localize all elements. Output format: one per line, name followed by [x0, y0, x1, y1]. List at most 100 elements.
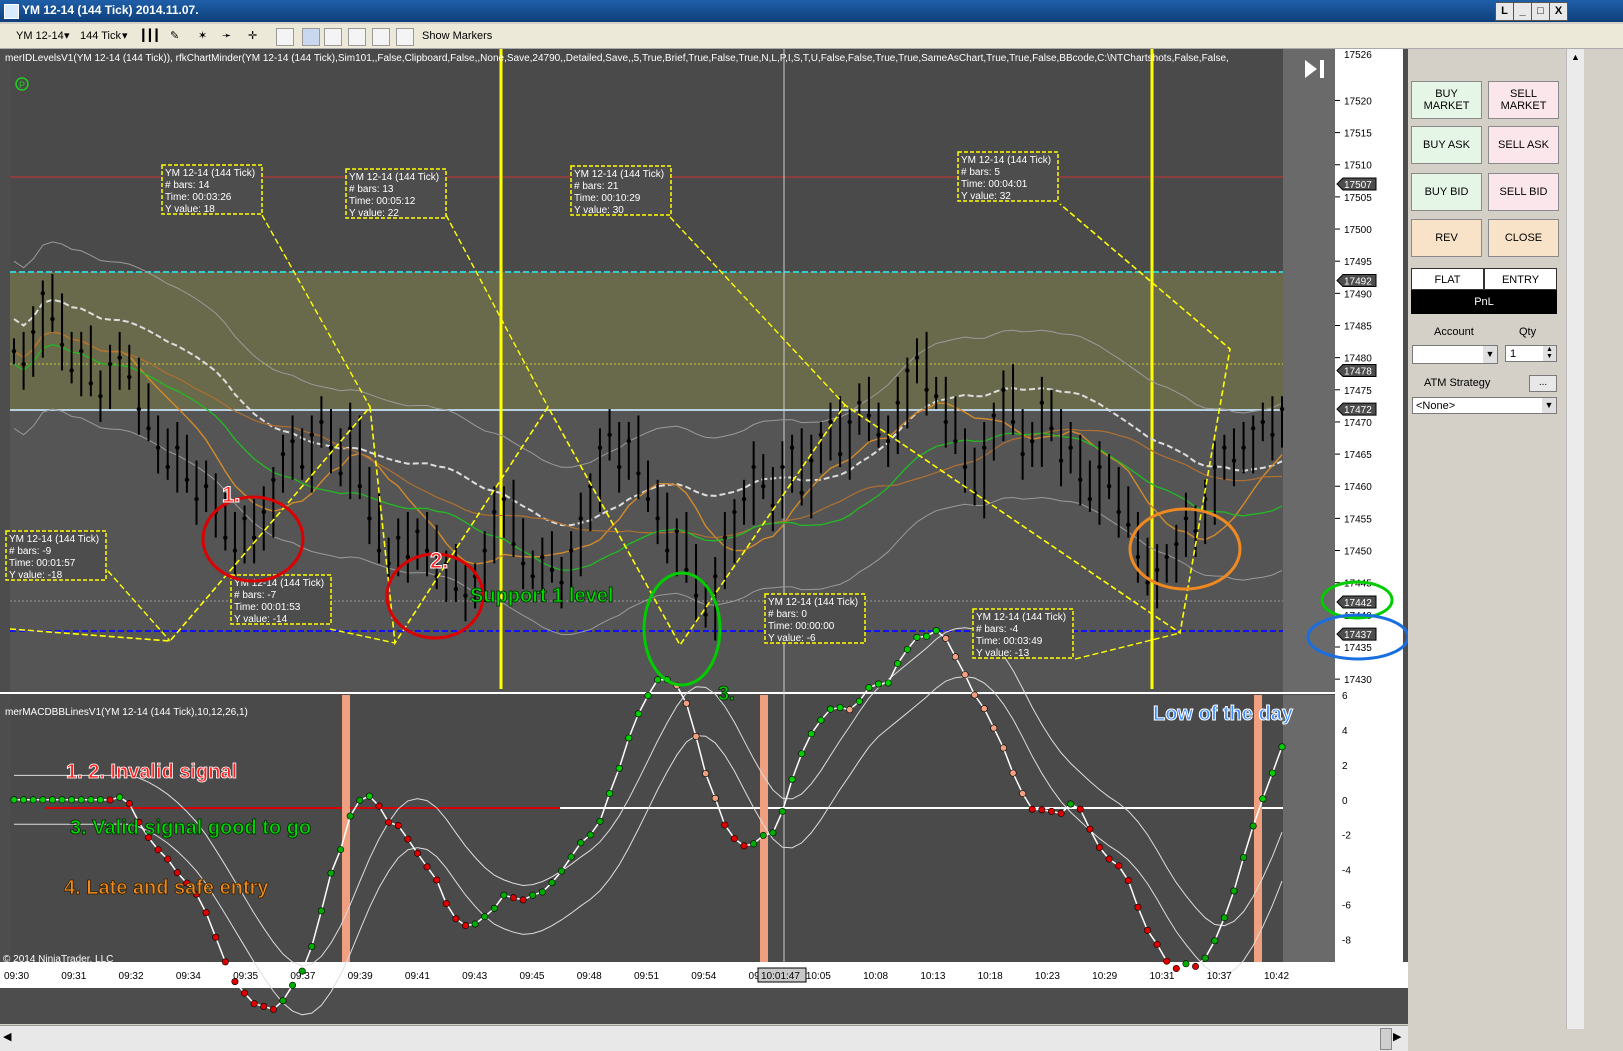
macd-dot	[932, 627, 940, 635]
dropdown-arrow-icon[interactable]: ▾	[64, 28, 70, 44]
candle-close-dot	[982, 445, 987, 450]
annotation-1: 1.	[222, 482, 240, 507]
candle-close-dot	[1049, 426, 1054, 431]
time-tick-label: 10:08	[863, 971, 888, 982]
buy-bid-button[interactable]: BUY BID	[1411, 173, 1482, 211]
pencil-draw-icon[interactable]: ✎	[170, 28, 179, 44]
info-box-time: Time: 00:10:29	[574, 193, 641, 204]
macd-dot	[413, 849, 421, 857]
price-tick-label: 17460	[1344, 482, 1372, 493]
close-position-button[interactable]: CLOSE	[1488, 219, 1559, 257]
macd-tick-label: -8	[1342, 936, 1351, 947]
candle-close-dot	[501, 496, 507, 502]
dropdown-arrow-icon[interactable]: ▼	[1542, 398, 1556, 413]
scroll-up-icon[interactable]: ▲	[1571, 52, 1580, 62]
macd-dot	[980, 705, 988, 713]
scroll-thumb[interactable]	[1380, 1028, 1392, 1050]
macd-dot	[1134, 903, 1142, 911]
strategies-icon[interactable]	[324, 28, 342, 46]
buy-ask-button[interactable]: BUY ASK	[1411, 126, 1482, 164]
properties-icon[interactable]	[396, 28, 414, 46]
app-icon	[4, 4, 19, 19]
horizontal-scrollbar[interactable]: ◀ ▶	[0, 1025, 1408, 1051]
measure-info-box: YM 12-14 (144 Tick)# bars: -7Time: 00:01…	[230, 574, 332, 625]
scroll-right-icon[interactable]: ▶	[1393, 1030, 1401, 1043]
candle-close-dot	[251, 535, 257, 540]
time-tick-label: 09:31	[61, 971, 86, 982]
info-box-yval: Y value: -13	[976, 648, 1030, 659]
candle-close-dot	[194, 496, 199, 502]
macd-dot	[971, 691, 979, 699]
stepper-arrows-icon[interactable]: ▲ ▼	[1543, 346, 1556, 361]
chart-canvas[interactable]: 17520 17515 17510 17505 17500 17495 17490 17485…	[0, 49, 1408, 1025]
dropdown-arrow-icon[interactable]: ▾	[122, 28, 128, 44]
link-button[interactable]: L	[1495, 2, 1514, 21]
data-box-icon[interactable]	[372, 28, 390, 46]
strategy-icon[interactable]: ✶	[198, 28, 207, 44]
price-tick-label: 17500	[1344, 225, 1372, 236]
candle-close-dot	[338, 471, 343, 476]
pointer-icon[interactable]: ➛	[222, 28, 231, 44]
macd-highlight-bar	[760, 695, 768, 962]
macd-dot	[903, 645, 911, 653]
candle-close-dot	[280, 451, 286, 457]
dropdown-arrow-icon[interactable]: ▼	[1483, 346, 1497, 363]
crosshair-icon[interactable]: ✛	[248, 28, 257, 44]
buy-market-button[interactable]: BUY MARKET	[1411, 81, 1482, 119]
macd-dot	[317, 907, 325, 915]
candle-close-dot	[69, 368, 74, 373]
price-marker-label: 17442	[1344, 598, 1372, 609]
macd-dot	[1220, 914, 1228, 922]
support-label: Support 1 level	[470, 585, 613, 607]
time-tick-label: 09:51	[634, 971, 659, 982]
candle-close-dot	[655, 516, 660, 521]
interval-selector[interactable]: 144 Tick	[80, 28, 121, 44]
indicators-icon[interactable]	[302, 28, 320, 46]
macd-dot	[202, 909, 210, 917]
instrument-selector[interactable]: YM 12-14	[16, 28, 64, 44]
info-box-yval: Y value: 18	[165, 204, 215, 215]
entry-status: ENTRY	[1484, 268, 1557, 290]
macd-dot	[692, 732, 700, 740]
minimize-button[interactable]: _	[1513, 2, 1532, 21]
macd-dot	[423, 863, 431, 871]
atm-options-button[interactable]: ...	[1529, 375, 1557, 392]
close-window-button[interactable]: X	[1549, 2, 1568, 21]
candle-close-dot	[597, 445, 603, 450]
bar-type-icon[interactable]: ┃┃┃	[140, 28, 160, 44]
maximize-button[interactable]: □	[1531, 2, 1550, 21]
info-box-time: Time: 00:01:57	[9, 558, 76, 569]
show-markers-button[interactable]: Show Markers	[422, 28, 492, 44]
vertical-scrollbar[interactable]: ▲	[1566, 49, 1584, 1029]
macd-dot	[1086, 825, 1094, 833]
atm-strategy-dropdown[interactable]: <None> ▼	[1412, 397, 1557, 414]
candle-close-dot	[136, 406, 142, 412]
macd-dot	[48, 796, 56, 804]
sell-ask-button[interactable]: SELL ASK	[1488, 126, 1559, 164]
screenshot-icon[interactable]	[348, 28, 366, 46]
price-tick-label: 17520	[1344, 96, 1372, 107]
sell-market-button[interactable]: SELL MARKET	[1488, 81, 1559, 119]
price-marker-label: 17507	[1344, 180, 1372, 191]
account-dropdown[interactable]: ▼	[1412, 345, 1498, 364]
candle-close-dot	[203, 484, 209, 489]
candle-close-dot	[1250, 426, 1256, 431]
scroll-left-icon[interactable]: ◀	[3, 1030, 11, 1043]
sell-bid-button[interactable]: SELL BID	[1488, 173, 1559, 211]
zoom-icon[interactable]	[276, 28, 294, 46]
macd-dot	[951, 653, 959, 661]
macd-dot	[1067, 800, 1075, 808]
candle-close-dot	[665, 548, 670, 553]
quantity-stepper[interactable]: 1 ▲ ▼	[1505, 345, 1557, 362]
macd-dot	[913, 633, 921, 641]
reverse-button[interactable]: REV	[1411, 219, 1482, 257]
macd-dot	[807, 730, 815, 738]
candle-close-dot	[540, 554, 545, 560]
indicator-header: merIDLevelsV1(YM 12-14 (144 Tick)), rfkC…	[5, 53, 1229, 64]
macd-dot	[269, 1005, 277, 1013]
candle-close-dot	[818, 432, 824, 437]
candle-close-dot	[155, 445, 161, 450]
price-tick-label: 17505	[1344, 193, 1372, 204]
candle-close-dot	[684, 567, 689, 573]
pnl-display: PnL	[1411, 290, 1557, 314]
